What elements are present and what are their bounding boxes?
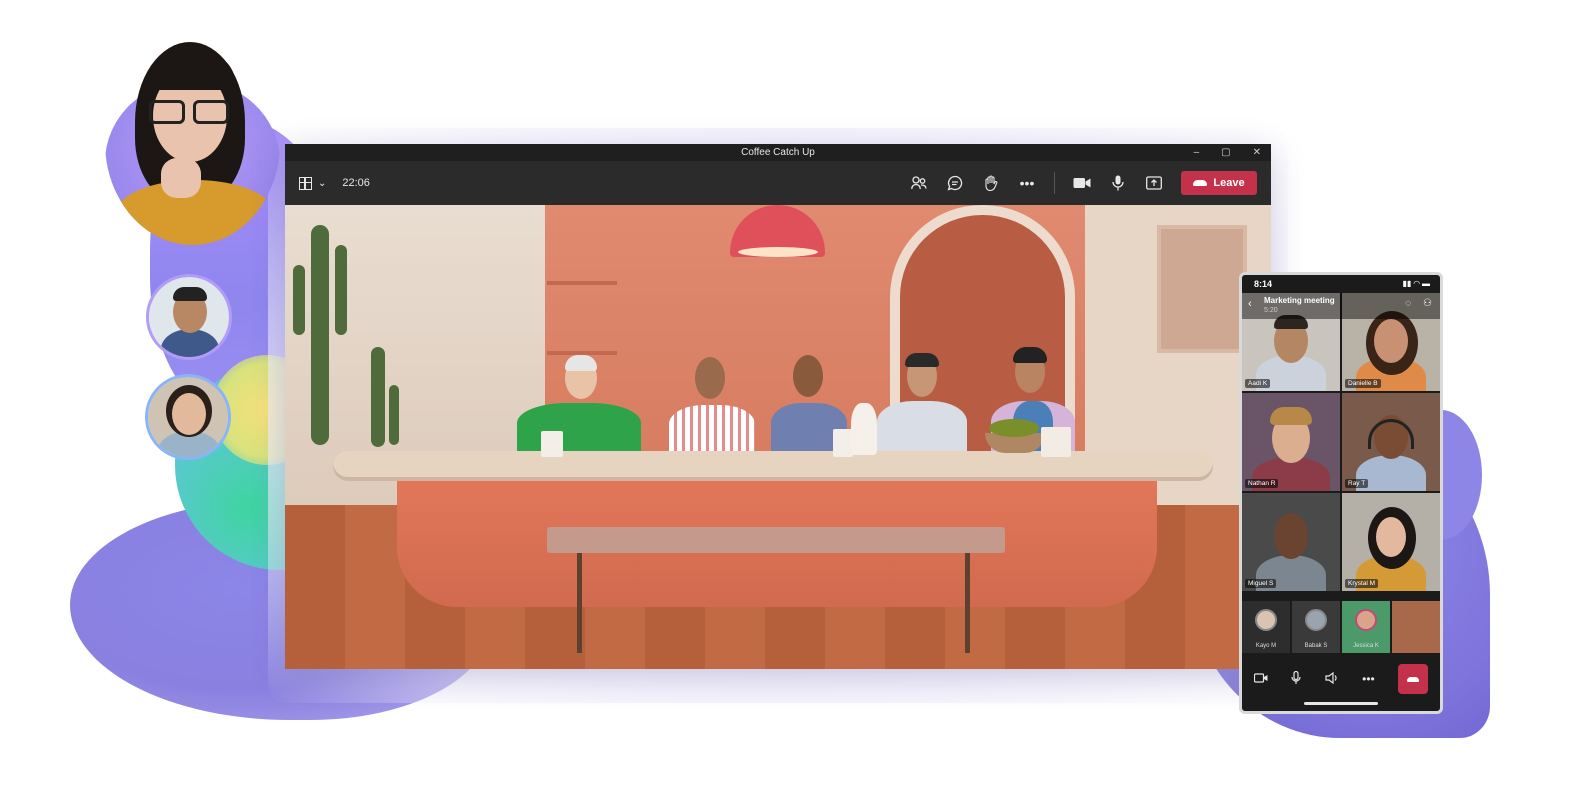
leave-label: Leave [1213,177,1245,189]
mic-icon[interactable] [1291,670,1301,688]
share-icon[interactable] [1145,174,1163,192]
mic-icon[interactable] [1109,174,1127,192]
hang-up-icon [1193,180,1208,186]
participant-name: Jessica K [1353,643,1379,649]
chat-icon[interactable]: ◌ [1405,298,1411,309]
speaker-icon[interactable] [1325,671,1339,687]
meeting-title: Marketing meeting [1264,296,1335,305]
layout-button[interactable]: ⌄ [299,176,327,190]
end-call-button[interactable] [1398,664,1429,694]
minimize-icon[interactable]: – [1194,144,1200,161]
participant-tile[interactable]: Nathan R [1242,393,1340,491]
chat-icon[interactable] [946,174,964,192]
title-bar: Coffee Catch Up – ▢ ✕ [285,144,1271,161]
hang-up-icon [1407,676,1420,682]
meeting-window: Coffee Catch Up – ▢ ✕ ⌄ 22:06 ••• Leave [285,144,1271,669]
grid-layout-icon [299,176,312,190]
toolbar-divider [1054,172,1055,194]
back-icon[interactable]: ‹ [1248,298,1252,310]
mini-participant[interactable]: Jessica K [1342,601,1390,653]
phone-call-controls: ••• [1242,661,1440,697]
participant-avatar [146,274,232,360]
more-icon[interactable]: ••• [1362,672,1375,686]
phone-clock: 8:14 [1254,279,1273,289]
more-icon[interactable]: ••• [1018,174,1036,192]
participant-avatar [145,374,231,460]
phone-status-bar: 8:14 ▮▮ ◠ ▬ [1242,275,1440,293]
window-title: Coffee Catch Up [741,147,815,158]
camera-icon[interactable] [1253,672,1268,686]
participant-tile[interactable]: Miguel S [1242,493,1340,591]
participant-grid: Aadi K Danielle B Nathan R Ray T Miguel … [1242,293,1440,591]
participant-name: Miguel S [1245,579,1277,588]
participant-name: Krystal M [1345,579,1379,588]
participant-tile[interactable]: Ray T [1342,393,1440,491]
camera-icon[interactable] [1073,174,1091,192]
scene-tabletop [333,451,1213,481]
people-icon[interactable] [910,174,928,192]
mini-participant[interactable] [1392,601,1440,653]
meeting-duration: 5:20 [1264,307,1278,314]
participant-name: Ray T [1345,479,1369,488]
mobile-meeting-view: 8:14 ▮▮ ◠ ▬ Aadi K Danielle B Nathan R R… [1239,272,1443,714]
home-indicator [1304,702,1378,705]
participant-name: Aadi K [1245,379,1271,388]
together-mode-scene [285,205,1271,669]
phone-meeting-header: ‹ Marketing meeting 5:20 ◌ ⚇ [1242,293,1440,319]
mini-participant[interactable]: Kayo M [1242,601,1290,653]
chevron-down-icon: ⌄ [318,177,327,189]
leave-button[interactable]: Leave [1181,171,1257,195]
signal-wifi-battery-icon: ▮▮ ◠ ▬ [1402,279,1430,288]
overflow-participants: Kayo M Babak S Jessica K [1242,601,1440,653]
scene-bench [547,527,1005,553]
raise-hand-icon[interactable] [982,174,1000,192]
mini-participant[interactable]: Babak S [1292,601,1340,653]
restore-icon[interactable]: ▢ [1221,144,1230,161]
participant-name: Danielle B [1345,379,1381,388]
participant-name: Nathan R [1245,479,1279,488]
close-icon[interactable]: ✕ [1253,144,1261,161]
people-icon[interactable]: ⚇ [1423,298,1432,309]
participant-name: Kayo M [1255,643,1277,649]
participant-name: Babak S [1304,643,1328,649]
participant-avatar-large [105,40,280,245]
meeting-timer: 22:06 [342,177,370,189]
meeting-toolbar: ⌄ 22:06 ••• Leave [285,161,1271,205]
participant-tile[interactable]: Krystal M [1342,493,1440,591]
